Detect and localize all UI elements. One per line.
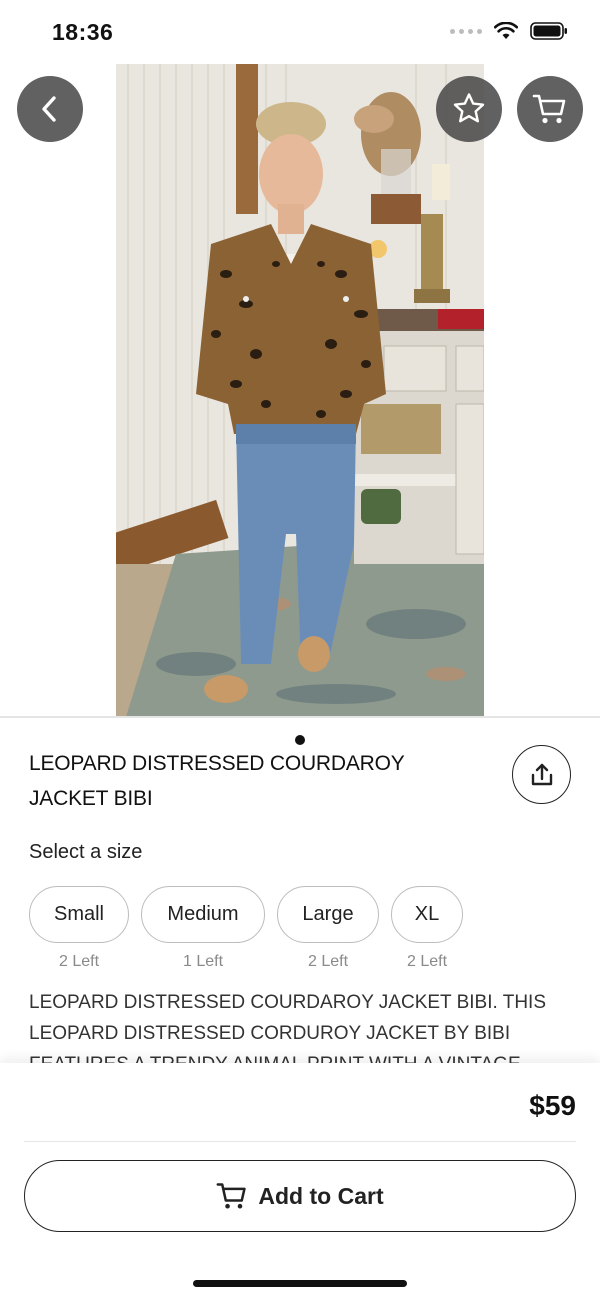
battery-icon — [530, 22, 567, 40]
size-prompt: Select a size — [29, 841, 143, 863]
product-photo — [116, 64, 484, 717]
product-title: LEOPARD DISTRESSED COURDAROY JACKET BIBI — [29, 752, 405, 810]
add-to-cart-button[interactable]: Add to Cart — [24, 1160, 576, 1232]
product-photo-illustration — [116, 64, 484, 717]
back-button[interactable] — [17, 76, 83, 142]
shopping-cart-icon — [532, 94, 566, 124]
size-option: Large 2 Left — [277, 886, 379, 971]
image-divider — [0, 716, 600, 718]
size-stock: 2 Left — [307, 953, 349, 970]
size-chip-xl[interactable]: XL — [391, 886, 463, 943]
size-chip-small[interactable]: Small — [29, 886, 129, 943]
cellular-signal-icon — [450, 28, 482, 34]
status-time: 18:36 — [52, 19, 114, 45]
size-selector: Small 2 Left Medium 1 Left Large 2 Left … — [29, 886, 463, 971]
status-icons — [450, 22, 568, 40]
size-chip-medium[interactable]: Medium — [141, 886, 265, 943]
size-chip-large[interactable]: Large — [277, 886, 379, 943]
shopping-cart-icon — [216, 1183, 247, 1209]
chevron-left-icon — [42, 96, 56, 122]
product-image-carousel[interactable] — [0, 64, 600, 757]
product-description: LEOPARD DISTRESSED COURDAROY JACKET BIBI… — [29, 992, 546, 1067]
add-to-cart-label: Add to Cart — [258, 1182, 384, 1209]
share-button[interactable] — [512, 745, 571, 804]
size-option: Medium 1 Left — [141, 886, 265, 971]
star-outline-icon — [453, 93, 485, 123]
favorite-button[interactable] — [436, 76, 502, 142]
purchase-panel: $59 Add to Cart — [0, 1063, 600, 1299]
cart-button[interactable] — [517, 76, 583, 142]
product-price: $59 — [529, 1090, 576, 1121]
status-bar: 18:36 — [0, 0, 600, 64]
home-indicator[interactable] — [193, 1280, 407, 1287]
size-stock: 2 Left — [406, 953, 448, 970]
size-option: XL 2 Left — [391, 886, 463, 971]
panel-divider — [24, 1141, 576, 1142]
size-option: Small 2 Left — [29, 886, 129, 971]
size-stock: 1 Left — [182, 953, 224, 970]
share-upload-icon — [531, 763, 552, 785]
size-stock: 2 Left — [58, 953, 100, 970]
wifi-icon — [494, 22, 518, 39]
